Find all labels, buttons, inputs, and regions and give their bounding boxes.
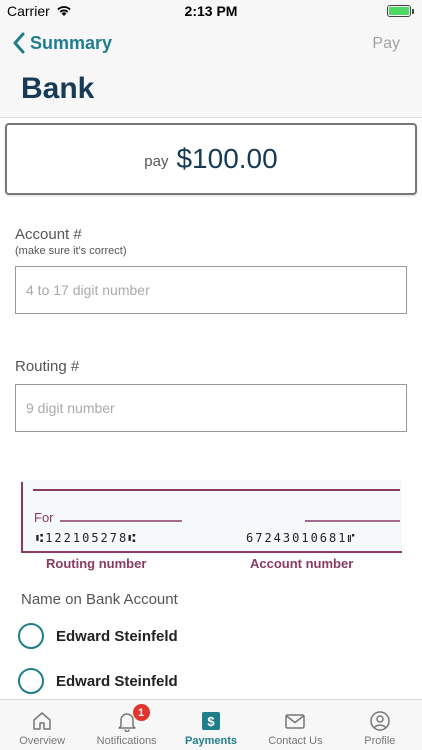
pay-button[interactable]: Pay [372,35,400,53]
routing-number-caption: Routing number [46,556,147,571]
tab-label: Profile [364,735,396,747]
account-number-caption: Account number [250,556,354,571]
dollar-icon: $ [202,712,221,730]
tab-profile[interactable]: Profile [338,700,422,750]
tab-label: Contact Us [268,735,323,747]
routing-number-label: Routing # [15,358,80,375]
payment-amount-box: pay $100.00 [5,123,417,195]
back-label: Summary [30,32,113,53]
amount-prefix: pay [144,152,169,170]
account-number-label: Account # [15,226,82,243]
tab-bar: Overview 1 Notifications $ Payments Cont… [0,699,422,750]
envelope-icon [285,714,306,729]
account-number-hint: (make sure it's correct) [15,245,127,257]
chevron-left-icon [13,32,25,54]
account-name-label: Edward Steinfeld [56,627,178,645]
tab-notifications[interactable]: 1 Notifications [84,700,168,750]
tab-overview[interactable]: Overview [0,700,84,750]
check-for-label: For [34,510,54,525]
radio-button[interactable] [18,668,44,694]
home-icon [33,712,51,730]
battery-icon [387,5,414,17]
name-on-account-label: Name on Bank Account [21,591,178,608]
check-routing-digits: ⑆122105278⑆ [36,531,137,545]
tab-label: Overview [19,735,66,747]
account-number-input[interactable] [15,266,407,314]
tab-payments[interactable]: $ Payments [169,700,253,750]
account-name-label: Edward Steinfeld [56,672,178,690]
check-account-digits: 67243010681⑈ [246,531,357,545]
back-button[interactable]: Summary [12,32,112,54]
routing-number-input[interactable] [15,384,407,432]
check-illustration: For ⑆122105278⑆ 67243010681⑈ [20,480,402,554]
page-title: Bank [21,72,95,105]
svg-text:$: $ [207,714,215,729]
tab-label: Notifications [96,735,157,747]
radio-button[interactable] [18,623,44,649]
status-time: 2:13 PM [184,3,238,19]
tab-contact-us[interactable]: Contact Us [253,700,337,750]
nav-bar: Summary Pay Bank [0,22,422,118]
notification-badge: 1 [132,704,150,721]
account-name-option[interactable]: Edward Steinfeld [18,623,178,649]
amount-value: $100.00 [176,143,278,174]
status-bar: Carrier 2:13 PM [0,0,422,22]
account-name-option[interactable]: Edward Steinfeld [18,668,178,694]
user-icon [370,711,390,731]
tab-label: Payments [185,735,237,747]
